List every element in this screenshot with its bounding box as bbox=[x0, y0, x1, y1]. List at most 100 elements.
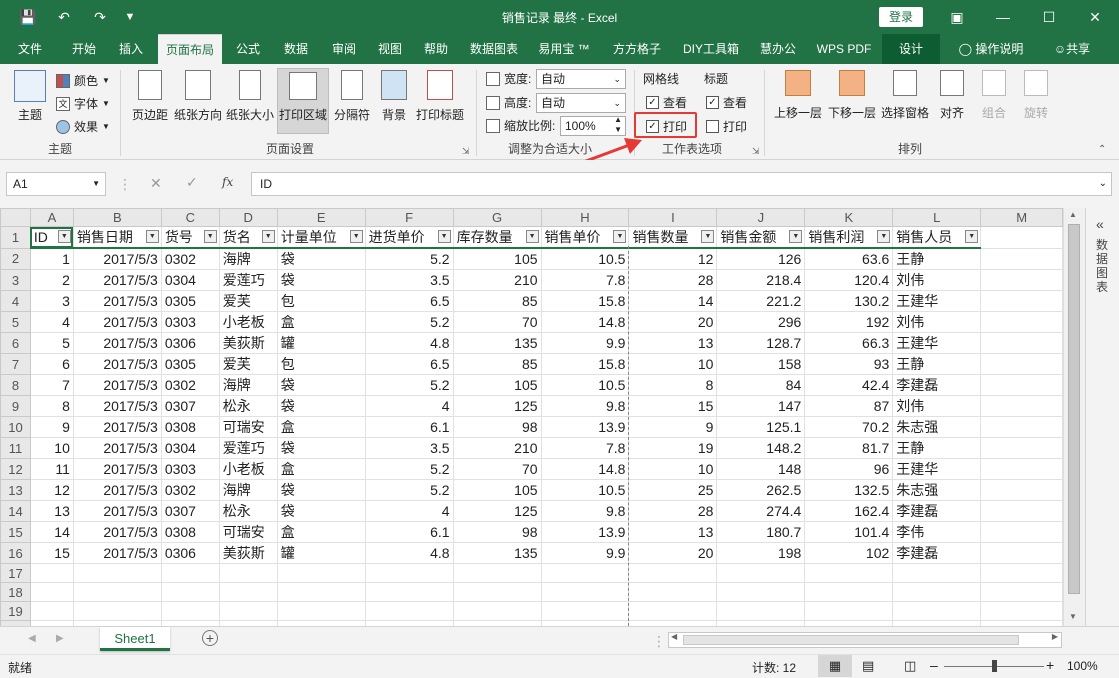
cell[interactable]: 221.2 bbox=[716, 290, 806, 312]
tab-formulas[interactable]: 公式 bbox=[226, 34, 270, 64]
gridlines-view-checkbox[interactable]: ✓ 查看 bbox=[646, 94, 687, 111]
cell[interactable] bbox=[980, 247, 1063, 270]
cell[interactable]: 2017/5/3 bbox=[72, 437, 162, 459]
filter-dropdown-icon[interactable]: ▼ bbox=[261, 230, 275, 243]
cell[interactable]: 70.2 bbox=[804, 416, 894, 438]
cell[interactable]: 147 bbox=[716, 395, 806, 417]
worksheet[interactable]: A B C D E F G H I J K L M 1 ID ▼ 销售日期 ▼ 货号 ▼ 货名 ▼ 计量单位 ▼ 进货单价 ▼ 库存… bbox=[0, 208, 1063, 626]
expand-panel-icon[interactable]: « bbox=[1096, 216, 1104, 232]
cell[interactable] bbox=[980, 521, 1063, 543]
cell[interactable]: 20 bbox=[628, 542, 718, 564]
cell[interactable] bbox=[980, 437, 1063, 459]
cell[interactable]: 105 bbox=[452, 247, 542, 270]
cell[interactable]: 7.8 bbox=[540, 269, 630, 291]
split-handle-icon[interactable]: ⋮ bbox=[652, 633, 666, 650]
cell[interactable] bbox=[804, 563, 894, 583]
cell[interactable] bbox=[276, 563, 366, 583]
filter-dropdown-icon[interactable]: ▼ bbox=[437, 230, 451, 243]
tab-tell-me[interactable]: ◯ 操作说明 bbox=[950, 34, 1032, 64]
cell[interactable]: 98 bbox=[452, 521, 542, 543]
cell[interactable]: 63.6 bbox=[804, 247, 894, 270]
cell[interactable]: 81.7 bbox=[804, 437, 894, 459]
tab-data-chart[interactable]: 数据图表 bbox=[462, 34, 526, 64]
minimize-icon[interactable]: — bbox=[980, 0, 1026, 34]
cell[interactable]: 小老板 bbox=[218, 311, 278, 333]
cell[interactable]: 4.8 bbox=[364, 332, 454, 354]
tab-yiyongbao[interactable]: 易用宝 ™ bbox=[532, 34, 596, 64]
send-backward-button[interactable]: 下移一层 bbox=[826, 70, 878, 121]
page-layout-view-icon[interactable]: ▤ bbox=[862, 658, 874, 674]
row-header[interactable]: 12 bbox=[0, 458, 31, 480]
cell[interactable]: 包 bbox=[276, 353, 366, 375]
cell[interactable]: 3.5 bbox=[364, 437, 454, 459]
normal-view-icon[interactable]: ▦ bbox=[818, 655, 852, 677]
cell[interactable]: 93 bbox=[804, 353, 894, 375]
cell[interactable]: 5.2 bbox=[364, 247, 454, 270]
cell[interactable]: 10.5 bbox=[540, 247, 630, 270]
cell[interactable]: 15 bbox=[628, 395, 718, 417]
tab-wps-pdf[interactable]: WPS PDF bbox=[810, 34, 878, 64]
cell[interactable] bbox=[29, 563, 74, 583]
cell[interactable] bbox=[218, 563, 278, 583]
column-header[interactable]: B bbox=[72, 208, 162, 227]
zoom-slider-thumb[interactable] bbox=[992, 660, 997, 672]
tab-diy-toolbox[interactable]: DIY工具箱 bbox=[676, 34, 746, 64]
cell[interactable]: 0308 bbox=[160, 416, 220, 438]
cell[interactable] bbox=[716, 563, 806, 583]
cell[interactable]: 2017/5/3 bbox=[72, 500, 162, 522]
cell[interactable] bbox=[540, 582, 630, 602]
cell[interactable] bbox=[276, 582, 366, 602]
cell[interactable]: 218.4 bbox=[716, 269, 806, 291]
cell[interactable] bbox=[980, 226, 1063, 249]
undo-icon[interactable]: ↶ bbox=[50, 0, 78, 34]
tab-help[interactable]: 帮助 bbox=[414, 34, 458, 64]
themes-button[interactable]: 主题 bbox=[10, 70, 50, 123]
cell[interactable]: 130.2 bbox=[804, 290, 894, 312]
cell[interactable]: 101.4 bbox=[804, 521, 894, 543]
filter-dropdown-icon[interactable]: ▼ bbox=[57, 230, 71, 243]
cell[interactable]: 25 bbox=[628, 479, 718, 501]
row-header[interactable]: 14 bbox=[0, 500, 31, 522]
scroll-up-icon[interactable]: ▲ bbox=[1069, 210, 1077, 219]
cell[interactable]: 王静 bbox=[892, 437, 982, 459]
filter-dropdown-icon[interactable]: ▼ bbox=[965, 230, 979, 243]
row-header[interactable]: 8 bbox=[0, 374, 31, 396]
expand-formula-icon[interactable]: ⌄ bbox=[1099, 173, 1107, 195]
cell[interactable] bbox=[980, 290, 1063, 312]
cell[interactable]: 美荻斯 bbox=[218, 332, 278, 354]
cell[interactable] bbox=[980, 332, 1063, 354]
tab-insert[interactable]: 插入 bbox=[108, 34, 154, 64]
cell[interactable]: 14.8 bbox=[540, 458, 630, 480]
cell[interactable] bbox=[980, 395, 1063, 417]
cell[interactable]: 袋 bbox=[276, 479, 366, 501]
cell[interactable]: 13.9 bbox=[540, 416, 630, 438]
tab-home[interactable]: 开始 bbox=[60, 34, 108, 64]
width-dropdown[interactable]: 自动 ⌄ bbox=[536, 69, 626, 89]
cell[interactable]: 9.8 bbox=[540, 500, 630, 522]
cell[interactable]: 19 bbox=[628, 437, 718, 459]
cell[interactable]: 5.2 bbox=[364, 311, 454, 333]
cell[interactable]: 2017/5/3 bbox=[72, 479, 162, 501]
cell[interactable]: 2 bbox=[29, 269, 74, 291]
orientation-button[interactable]: 纸张方向 bbox=[172, 70, 224, 123]
column-header[interactable]: J bbox=[716, 208, 806, 227]
save-icon[interactable]: 💾 bbox=[14, 0, 42, 34]
cell[interactable]: 102 bbox=[804, 542, 894, 564]
cell[interactable]: 198 bbox=[716, 542, 806, 564]
cell[interactable] bbox=[29, 601, 74, 621]
collapse-ribbon-icon[interactable]: ⌃ bbox=[1098, 144, 1106, 155]
cell[interactable]: 28 bbox=[628, 500, 718, 522]
cell[interactable]: 70 bbox=[452, 311, 542, 333]
fonts-button[interactable]: 文字体 ▼ bbox=[56, 95, 110, 112]
cell[interactable]: 爱莲巧 bbox=[218, 437, 278, 459]
table-header-cell[interactable]: 库存数量 ▼ bbox=[452, 226, 542, 249]
table-header-cell[interactable]: 计量单位 ▼ bbox=[276, 226, 366, 249]
table-header-cell[interactable]: 货名 ▼ bbox=[218, 226, 278, 249]
bring-forward-button[interactable]: 上移一层 bbox=[772, 70, 824, 121]
cell[interactable] bbox=[29, 582, 74, 602]
table-header-cell[interactable]: 销售利润 ▼ bbox=[804, 226, 894, 249]
tab-data[interactable]: 数据 bbox=[274, 34, 318, 64]
cell[interactable]: 3 bbox=[29, 290, 74, 312]
filter-dropdown-icon[interactable]: ▼ bbox=[789, 230, 803, 243]
cell[interactable]: 罐 bbox=[276, 542, 366, 564]
